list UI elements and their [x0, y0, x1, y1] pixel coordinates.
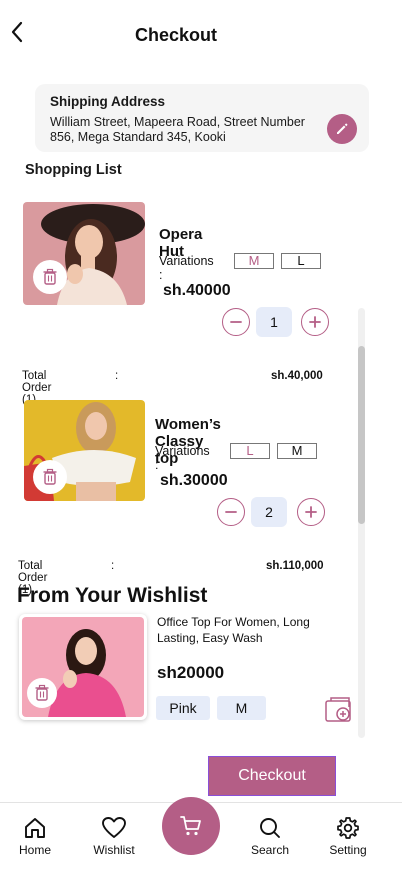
gear-icon — [337, 817, 359, 839]
add-to-cart-button[interactable] — [323, 695, 353, 723]
variations-label: Variations : — [159, 254, 214, 282]
shipping-address-card: Shipping Address William Street, Mapeera… — [35, 84, 369, 152]
total-order-colon: : — [111, 560, 115, 572]
shopping-list-title: Shopping List — [25, 162, 122, 178]
cart-icon — [180, 816, 201, 836]
variation-option[interactable]: M — [234, 253, 274, 269]
remove-item-button[interactable] — [33, 260, 67, 294]
add-to-cart-icon — [325, 697, 351, 722]
decrease-quantity-button[interactable] — [217, 498, 245, 526]
nav-home-label: Home — [18, 843, 51, 857]
nav-search[interactable]: Search — [240, 816, 300, 857]
total-order-value: sh.40,000 — [271, 370, 323, 382]
nav-cart-button[interactable] — [162, 797, 220, 855]
variations-label: Variations : — [155, 444, 210, 472]
nav-search-label: Search — [250, 843, 290, 857]
nav-home[interactable]: Home — [5, 816, 65, 857]
shipping-address-title: Shipping Address — [50, 94, 166, 109]
search-icon — [260, 818, 280, 838]
scrollbar-thumb[interactable] — [358, 346, 365, 524]
increase-quantity-button[interactable] — [297, 498, 325, 526]
wishlist-item-price: sh20000 — [157, 663, 225, 682]
page-title: Checkout — [134, 25, 217, 45]
total-order-value: sh.110,000 — [266, 560, 324, 572]
trash-icon — [43, 268, 57, 285]
quantity-value: 1 — [256, 307, 292, 337]
shipping-address-text: William Street, Mapeera Road, Street Num… — [50, 115, 305, 144]
product-price: sh.30000 — [160, 472, 228, 489]
wishlist-item-card[interactable] — [19, 614, 147, 720]
wishlist-title: From Your Wishlist — [17, 584, 208, 607]
variation-option[interactable]: M — [277, 443, 317, 459]
edit-address-button[interactable] — [327, 114, 357, 144]
decrease-quantity-button[interactable] — [222, 308, 250, 336]
home-icon — [25, 818, 45, 838]
increase-quantity-button[interactable] — [301, 308, 329, 336]
remove-item-button[interactable] — [33, 460, 67, 494]
minus-icon — [225, 511, 237, 513]
remove-wishlist-item-button[interactable] — [27, 678, 57, 708]
total-order-colon: : — [115, 370, 119, 382]
checkout-button[interactable]: Checkout — [208, 756, 336, 796]
nav-setting[interactable]: Setting — [318, 816, 378, 857]
trash-icon — [43, 468, 57, 485]
product-price: sh.40000 — [163, 282, 231, 299]
wishlist-color-chip[interactable]: Pink — [156, 696, 210, 720]
nav-wishlist-label: Wishlist — [93, 843, 135, 857]
nav-wishlist[interactable]: Wishlist — [84, 816, 144, 857]
wishlist-item-description: Office Top For Women, Long Lasting, Easy… — [157, 615, 310, 645]
pencil-icon — [337, 123, 348, 134]
trash-icon — [35, 684, 49, 701]
plus-icon — [309, 316, 321, 328]
minus-icon — [230, 321, 242, 323]
variation-option[interactable]: L — [230, 443, 270, 459]
variation-option[interactable]: L — [281, 253, 321, 269]
nav-setting-label: Setting — [329, 843, 367, 857]
wishlist-size-chip[interactable]: M — [217, 696, 266, 720]
heart-icon — [102, 817, 126, 838]
plus-icon — [305, 506, 317, 518]
quantity-value: 2 — [251, 497, 287, 527]
